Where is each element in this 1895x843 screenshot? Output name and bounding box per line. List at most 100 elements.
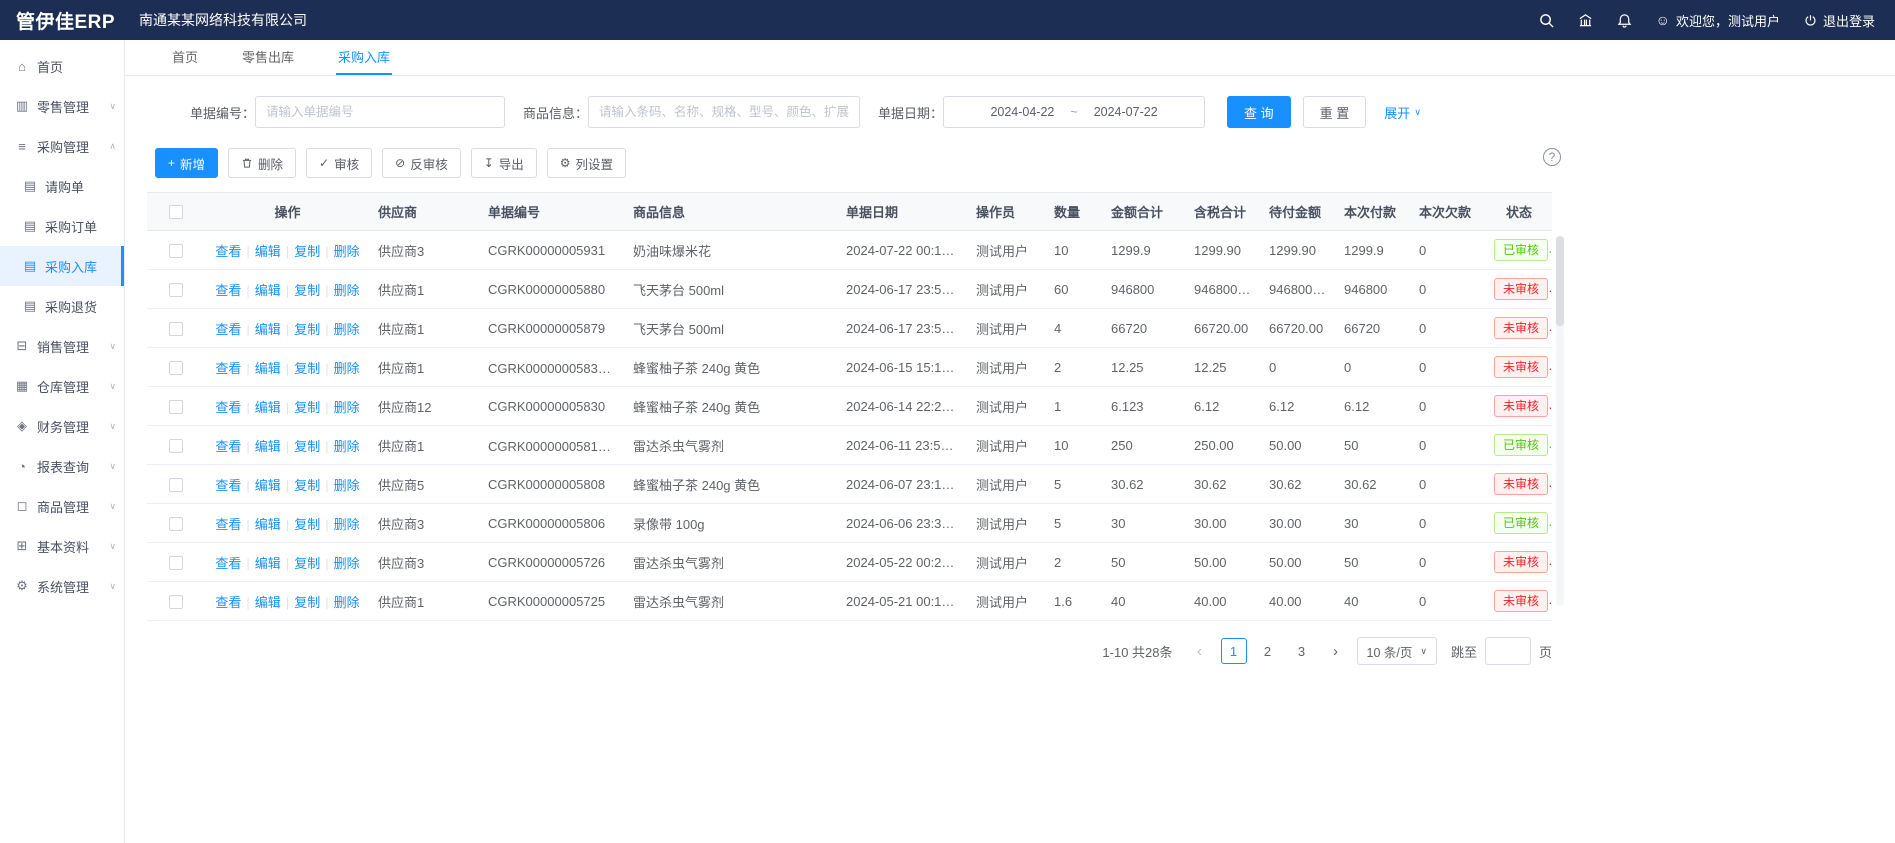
delete-button[interactable]: 删除 — [228, 148, 296, 178]
row-action-view[interactable]: 查看 — [215, 478, 241, 493]
sidebar-item-purchase-management[interactable]: ≡采购管理∧ — [0, 126, 124, 166]
sidebar-item-purchase-order[interactable]: ▤采购订单 — [0, 206, 124, 246]
row-action-copy[interactable]: 复制 — [294, 517, 320, 532]
tab-home[interactable]: 首页 — [170, 40, 200, 75]
sidebar-item-finance-management[interactable]: ◈财务管理∨ — [0, 406, 124, 446]
row-action-copy[interactable]: 复制 — [294, 439, 320, 454]
bell-icon[interactable] — [1617, 13, 1632, 28]
logout-button[interactable]: 退出登录 — [1804, 11, 1875, 30]
page-button-1[interactable]: 1 — [1221, 638, 1247, 664]
sidebar-item-label: 系统管理 — [37, 577, 109, 596]
row-action-copy[interactable]: 复制 — [294, 556, 320, 571]
sidebar-item-basic-data[interactable]: ⊞基本资料∨ — [0, 526, 124, 566]
row-action-view[interactable]: 查看 — [215, 283, 241, 298]
row-action-view[interactable]: 查看 — [215, 517, 241, 532]
column-settings-button[interactable]: ⚙ 列设置 — [547, 148, 626, 178]
sidebar-item-product-management[interactable]: ◻商品管理∨ — [0, 486, 124, 526]
reset-button[interactable]: 重 置 — [1303, 96, 1367, 128]
row-checkbox[interactable] — [169, 322, 183, 336]
row-action-copy[interactable]: 复制 — [294, 244, 320, 259]
row-action-delete[interactable]: 删除 — [334, 556, 360, 571]
row-action-view[interactable]: 查看 — [215, 244, 241, 259]
table-scrollbar[interactable] — [1556, 236, 1564, 606]
tab-retail-outbound[interactable]: 零售出库 — [240, 40, 296, 75]
row-action-copy[interactable]: 复制 — [294, 595, 320, 610]
row-action-delete[interactable]: 删除 — [334, 322, 360, 337]
row-action-view[interactable]: 查看 — [215, 556, 241, 571]
search-button[interactable]: 查 询 — [1227, 96, 1291, 128]
jump-page-input[interactable] — [1485, 637, 1531, 665]
sidebar-item-report-query[interactable]: ◔报表查询∨ — [0, 446, 124, 486]
audit-button[interactable]: ✓ 审核 — [306, 148, 372, 178]
prev-page-button[interactable]: ‹ — [1187, 638, 1213, 664]
add-button[interactable]: + 新增 — [155, 148, 218, 178]
row-action-delete[interactable]: 删除 — [334, 517, 360, 532]
date-to-value[interactable]: 2024-07-22 — [1094, 105, 1158, 119]
row-action-view[interactable]: 查看 — [215, 595, 241, 610]
row-action-view[interactable]: 查看 — [215, 322, 241, 337]
tab-purchase-inbound[interactable]: 采购入库 — [336, 40, 392, 75]
search-icon[interactable] — [1539, 13, 1554, 28]
row-action-edit[interactable]: 编辑 — [255, 244, 281, 259]
row-action-edit[interactable]: 编辑 — [255, 400, 281, 415]
row-action-delete[interactable]: 删除 — [334, 244, 360, 259]
next-page-button[interactable]: › — [1323, 638, 1349, 664]
row-checkbox[interactable] — [169, 517, 183, 531]
sidebar-item-home[interactable]: ⌂首页 — [0, 46, 124, 86]
row-action-delete[interactable]: 删除 — [334, 478, 360, 493]
row-action-copy[interactable]: 复制 — [294, 283, 320, 298]
page-button-2[interactable]: 2 — [1255, 638, 1281, 664]
row-action-edit[interactable]: 编辑 — [255, 283, 281, 298]
page-size-select[interactable]: 10 条/页 ∨ — [1357, 637, 1437, 665]
row-action-edit[interactable]: 编辑 — [255, 595, 281, 610]
row-action-copy[interactable]: 复制 — [294, 361, 320, 376]
row-action-view[interactable]: 查看 — [215, 400, 241, 415]
row-action-delete[interactable]: 删除 — [334, 595, 360, 610]
row-action-delete[interactable]: 删除 — [334, 361, 360, 376]
row-action-copy[interactable]: 复制 — [294, 400, 320, 415]
export-button[interactable]: ↧ 导出 — [471, 148, 537, 178]
row-checkbox[interactable] — [169, 244, 183, 258]
row-action-edit[interactable]: 编辑 — [255, 322, 281, 337]
row-action-edit[interactable]: 编辑 — [255, 439, 281, 454]
row-action-copy[interactable]: 复制 — [294, 322, 320, 337]
select-all-checkbox[interactable] — [169, 205, 183, 219]
sidebar-item-warehouse-management[interactable]: ▦仓库管理∨ — [0, 366, 124, 406]
sidebar-item-purchase-return[interactable]: ▤采购退货 — [0, 286, 124, 326]
sidebar-item-purchase-request[interactable]: ▤请购单 — [0, 166, 124, 206]
welcome-user[interactable]: ☺ 欢迎您，测试用户 — [1656, 11, 1780, 30]
row-action-delete[interactable]: 删除 — [334, 439, 360, 454]
row-checkbox[interactable] — [169, 595, 183, 609]
page-button-3[interactable]: 3 — [1289, 638, 1315, 664]
row-checkbox[interactable] — [169, 361, 183, 375]
row-action-edit[interactable]: 编辑 — [255, 556, 281, 571]
row-checkbox[interactable] — [169, 478, 183, 492]
row-action-view[interactable]: 查看 — [215, 439, 241, 454]
sidebar-item-purchase-inbound[interactable]: ▤采购入库 — [0, 246, 124, 286]
bill-no-input[interactable] — [255, 96, 505, 128]
row-action-edit[interactable]: 编辑 — [255, 478, 281, 493]
unaudit-button[interactable]: ⊘ 反审核 — [382, 148, 461, 178]
sidebar-item-sales-management[interactable]: ⊟销售管理∨ — [0, 326, 124, 366]
help-icon[interactable]: ? — [1543, 148, 1561, 166]
expand-toggle[interactable]: 展开 ∨ — [1384, 103, 1421, 122]
row-checkbox[interactable] — [169, 439, 183, 453]
product-info-label: 商品信息： — [523, 103, 588, 122]
row-checkbox[interactable] — [169, 400, 183, 414]
row-checkbox[interactable] — [169, 283, 183, 297]
row-action-copy[interactable]: 复制 — [294, 478, 320, 493]
row-action-delete[interactable]: 删除 — [334, 400, 360, 415]
product-info-input[interactable] — [588, 96, 860, 128]
date-range-picker[interactable]: 2024-04-22 ~ 2024-07-22 — [943, 96, 1205, 128]
date-from-value[interactable]: 2024-04-22 — [990, 105, 1054, 119]
row-checkbox[interactable] — [169, 556, 183, 570]
bank-icon[interactable] — [1578, 13, 1593, 28]
row-action-view[interactable]: 查看 — [215, 361, 241, 376]
sidebar-item-system-management[interactable]: ⚙系统管理∨ — [0, 566, 124, 606]
row-action-delete[interactable]: 删除 — [334, 283, 360, 298]
row-action-edit[interactable]: 编辑 — [255, 517, 281, 532]
action-separator: | — [325, 478, 328, 493]
row-action-edit[interactable]: 编辑 — [255, 361, 281, 376]
scrollbar-thumb[interactable] — [1556, 236, 1564, 326]
sidebar-item-retail-management[interactable]: ▥零售管理∨ — [0, 86, 124, 126]
